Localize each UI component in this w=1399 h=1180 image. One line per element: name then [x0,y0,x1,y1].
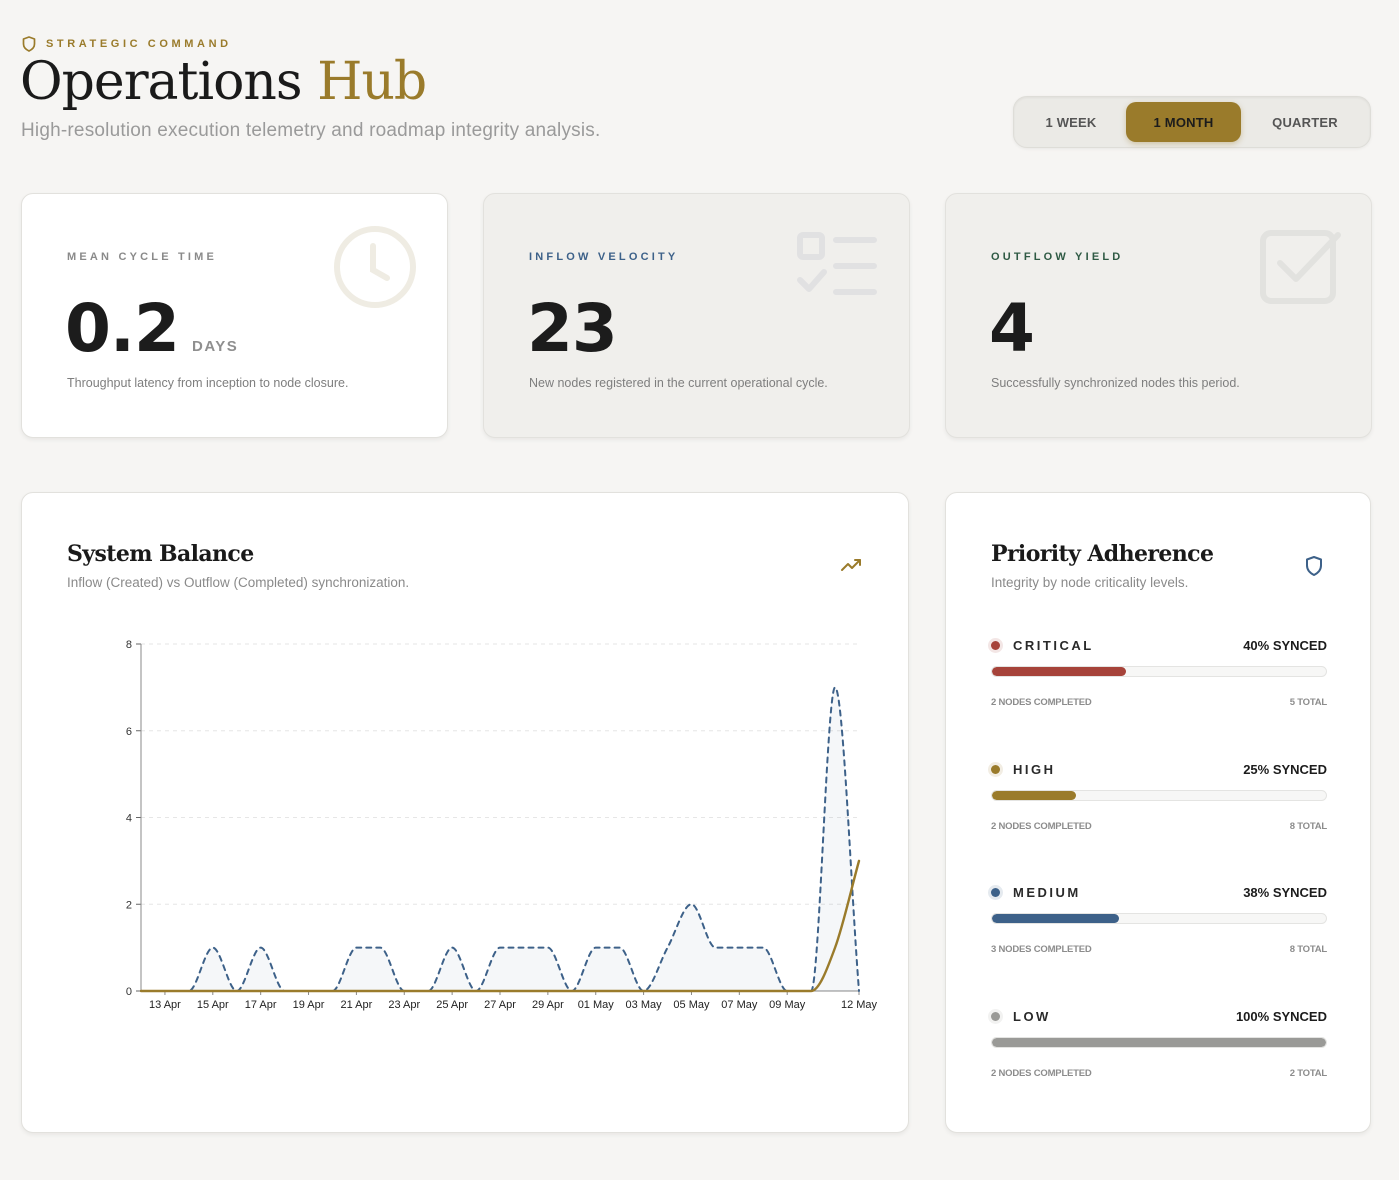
priority-percent: 40% SYNCED [1243,638,1327,653]
status-dot [991,641,1000,650]
nodes-completed: 2 NODES COMPLETED [991,1068,1092,1079]
y-tick-label: 2 [126,899,132,911]
y-tick-label: 6 [126,726,132,738]
progress-track [991,913,1327,924]
y-tick-label: 4 [126,813,132,825]
x-tick-label: 15 Apr [197,999,229,1011]
x-tick-label: 21 Apr [340,999,372,1011]
nodes-total: 2 TOTAL [1289,1068,1328,1079]
priority-adherence-panel: Priority Adherence Integrity by node cri… [945,492,1371,1133]
x-tick-label: 23 Apr [388,999,420,1011]
x-tick-label: 19 Apr [293,999,325,1011]
range-selector: 1 WEEK 1 MONTH QUARTER [1013,96,1371,148]
status-dot [991,1012,1000,1021]
clock-icon [334,226,416,308]
progress-track [991,1037,1327,1048]
kpi-label: MEAN CYCLE TIME [67,251,218,263]
kpi-card-mean-cycle-time: MEAN CYCLE TIME 0.2 DAYS Throughput late… [21,193,448,438]
x-tick-label: 25 Apr [436,999,468,1011]
eyebrow: STRATEGIC COMMAND [22,36,232,52]
kpi-description: Successfully synchronized nodes this per… [991,376,1240,390]
progress-fill [992,914,1119,923]
series-area-0 [141,687,859,991]
x-tick-label: 27 Apr [484,999,516,1011]
page-title-accent: Hub [317,52,427,112]
priority-name: MEDIUM [1013,885,1081,900]
checklist-icon [797,232,877,295]
progress-fill [992,791,1076,800]
range-option-1-month[interactable]: 1 MONTH [1126,102,1241,142]
system-balance-panel: System Balance Inflow (Created) vs Outfl… [21,492,909,1133]
x-tick-label: 03 May [626,999,663,1011]
kpi-value: 4 [989,290,1035,367]
nodes-total: 5 TOTAL [1289,697,1328,708]
kpi-value: 23 [527,290,618,367]
nodes-completed: 2 NODES COMPLETED [991,821,1092,832]
status-dot [991,765,1000,774]
shield-icon [1306,556,1322,576]
x-tick-label: 17 Apr [245,999,277,1011]
priority-name: LOW [1013,1009,1051,1024]
page-subtitle: High-resolution execution telemetry and … [21,120,601,141]
priority-name: HIGH [1013,762,1056,777]
series-line-0 [140,686,860,992]
priority-percent: 38% SYNCED [1243,885,1327,900]
x-tick-label: 12 May [841,999,878,1011]
checkbox-icon [1260,230,1341,304]
priority-percent: 25% SYNCED [1243,762,1327,777]
range-option-quarter[interactable]: QUARTER [1246,102,1364,142]
x-tick-label: 09 May [769,999,806,1011]
x-tick-label: 29 Apr [532,999,564,1011]
x-tick-label: 13 Apr [149,999,181,1011]
kpi-card-outflow-yield: OUTFLOW YIELD 4 Successfully synchronize… [945,193,1372,438]
y-tick-label: 0 [126,986,132,998]
nodes-total: 8 TOTAL [1289,944,1328,955]
range-option-1-week[interactable]: 1 WEEK [1018,102,1124,142]
kpi-label: OUTFLOW YIELD [991,251,1124,263]
eyebrow-label: STRATEGIC COMMAND [46,38,232,50]
status-dot [991,888,1000,897]
kpi-card-inflow-velocity: INFLOW VELOCITY 23 New nodes registered … [483,193,910,438]
x-tick-label: 07 May [721,999,758,1011]
nodes-completed: 3 NODES COMPLETED [991,944,1092,955]
nodes-completed: 2 NODES COMPLETED [991,697,1092,708]
shield-icon [22,36,36,52]
kpi-description: Throughput latency from inception to nod… [67,376,349,390]
progress-fill [992,1038,1326,1047]
kpi-unit: DAYS [192,338,239,355]
balance-chart: 0 2 4 6 8 13 Apr 15 Apr 17 Apr 19 Apr 21 Apr 23 Ap… [126,639,878,1011]
priority-name: CRITICAL [1013,638,1094,653]
y-tick-label: 8 [126,639,132,651]
kpi-description: New nodes registered in the current oper… [529,376,828,390]
progress-track [991,790,1327,801]
x-tick-label: 05 May [673,999,710,1011]
priority-percent: 100% SYNCED [1235,1009,1327,1024]
x-tick-label: 01 May [578,999,615,1011]
page-title-main: Operations [20,52,303,112]
progress-fill [992,667,1126,676]
panel-title: Priority Adherence [991,541,1214,567]
nodes-total: 8 TOTAL [1289,821,1328,832]
panel-subtitle: Integrity by node criticality levels. [991,575,1189,590]
kpi-value: 0.2 [65,290,180,367]
kpi-label: INFLOW VELOCITY [529,251,679,263]
page-title: Operations Hub [20,52,427,112]
progress-track [991,666,1327,677]
